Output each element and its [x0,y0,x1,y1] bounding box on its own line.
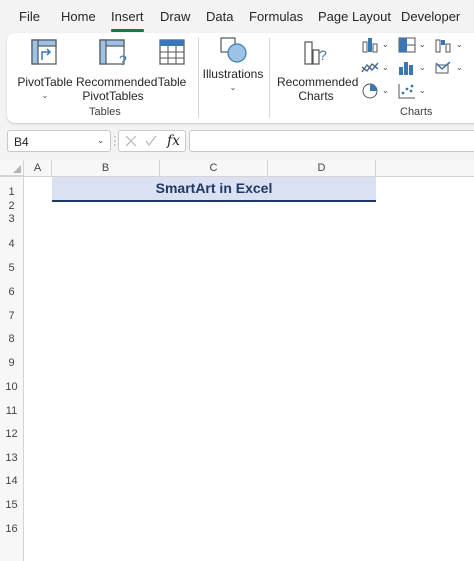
statistic-chart-icon [399,62,413,75]
column-chart-button[interactable]: ⌄ [360,36,390,56]
recommended-charts-label-1: Recommended [277,75,359,89]
insert-function-icon[interactable]: fx [167,133,180,149]
chevron-down-icon: ⌄ [229,83,237,92]
row-header[interactable]: 13 [0,446,24,470]
name-box-value: B4 [14,135,29,149]
column-header-b[interactable]: B [52,160,160,176]
waterfall-chart-icon [435,39,451,53]
charts-group-label: Charts [400,106,433,118]
title-cell[interactable]: SmartArt in Excel [52,177,376,200]
formula-controls: fx [118,130,186,152]
svg-text:?: ? [119,52,127,68]
illustrations-label: Illustrations [202,67,264,81]
chevron-down-icon[interactable]: ⌄ [97,136,104,145]
select-all-corner[interactable] [0,160,24,176]
row-header[interactable]: 5 [0,256,24,280]
row-header[interactable]: 8 [0,328,24,351]
column-header-a[interactable]: A [24,160,52,176]
tables-group-label: Tables [89,106,121,118]
column-header-d[interactable]: D [268,160,376,176]
chevron-down-icon: ⌄ [382,86,389,95]
more-options-icon[interactable]: · · · [113,132,117,151]
row-header[interactable]: 11 [0,399,24,423]
table-button[interactable]: Table [152,38,192,89]
row-header[interactable]: 16 [0,517,24,561]
recommended-pivottables-label-1: Recommended [76,75,158,89]
recommended-charts-icon: ? [277,38,355,68]
row-header[interactable]: 4 [0,232,24,256]
pivottable-button[interactable]: PivotTable ⌄ [16,38,74,100]
illustrations-button[interactable]: Illustrations ⌄ [202,36,264,92]
line-chart-button[interactable]: ⌄ [360,59,390,79]
title-bottom-border [52,200,376,202]
group-separator [269,38,270,118]
waterfall-chart-button[interactable]: ⌄ [434,36,464,56]
table-label: Table [157,75,187,89]
chevron-down-icon: ⌄ [419,40,426,49]
statistic-chart-button[interactable]: ⌄ [397,59,427,79]
row-header[interactable]: 10 [0,375,24,399]
group-separator [198,38,199,118]
row-header[interactable]: 14 [0,470,24,493]
hierarchy-chart-icon [398,37,416,53]
chevron-down-icon: ⌄ [419,63,426,72]
chevron-down-icon: ⌄ [419,86,426,95]
row-header[interactable]: 15 [0,493,24,517]
chevron-down-icon: ⌄ [456,63,463,72]
row-header[interactable]: 2 [0,200,24,212]
column-header-c[interactable]: C [160,160,268,176]
recommended-pivottables-icon: ? [76,38,150,68]
combo-chart-icon [435,61,451,74]
enter-check-icon[interactable] [145,135,157,147]
pie-chart-button[interactable]: ⌄ [360,82,390,102]
cancel-icon[interactable] [125,135,137,147]
pivottable-label: PivotTable [17,75,73,89]
column-chart-icon [362,38,378,53]
combo-chart-button[interactable]: ⌄ [434,59,464,79]
menu-home[interactable]: Home [61,9,96,24]
menu-developer[interactable]: Developer [401,9,460,24]
hierarchy-chart-button[interactable]: ⌄ [397,36,427,56]
illustrations-icon [202,36,264,66]
pivottable-icon [16,38,74,68]
recommended-charts-label-2: Charts [298,89,334,103]
table-icon [152,38,192,68]
pie-chart-icon [362,83,378,99]
recommended-pivottables-label-2: PivotTables [82,89,144,103]
name-box[interactable]: B4 ⌄ [7,130,111,152]
row-header[interactable]: 1 [0,177,24,200]
menu-page-layout[interactable]: Page Layout [318,9,391,24]
chevron-down-icon: ⌄ [41,91,49,100]
line-chart-icon [361,62,379,73]
row-header[interactable]: 6 [0,280,24,304]
scatter-chart-button[interactable]: ⌄ [397,82,427,102]
worksheet-grid[interactable] [0,160,474,561]
menu-file[interactable]: File [19,9,40,24]
chevron-down-icon: ⌄ [456,40,463,49]
svg-text:?: ? [319,47,327,63]
menu-formulas[interactable]: Formulas [249,9,303,24]
row-header[interactable]: 3 [0,212,24,232]
formula-input[interactable] [189,130,474,152]
menu-data[interactable]: Data [206,9,233,24]
scatter-chart-icon [398,84,415,99]
recommended-charts-button[interactable]: ? Recommended Charts [277,38,359,103]
chevron-down-icon: ⌄ [382,40,389,49]
row-header[interactable]: 7 [0,304,24,328]
menu-draw[interactable]: Draw [160,9,190,24]
recommended-pivottables-button[interactable]: ? Recommended PivotTables [76,38,158,103]
chevron-down-icon: ⌄ [382,63,389,72]
row-header[interactable]: 9 [0,351,24,375]
menu-insert[interactable]: Insert [111,9,144,24]
row-header[interactable]: 12 [0,423,24,446]
